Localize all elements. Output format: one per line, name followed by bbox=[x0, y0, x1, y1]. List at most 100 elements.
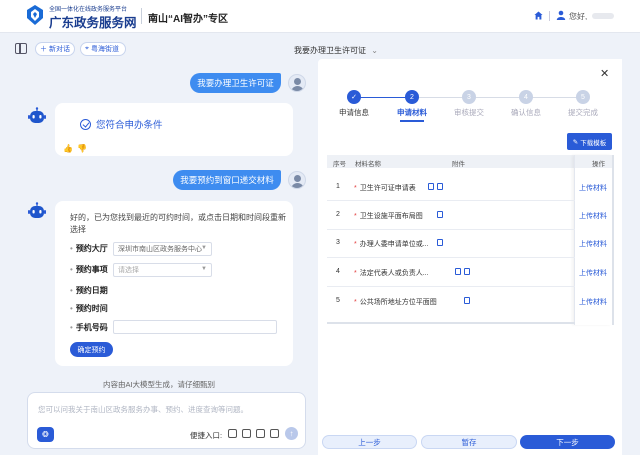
new-chat-button[interactable]: ＋ 新对话 bbox=[35, 42, 75, 56]
thumbs-down-icon[interactable]: 👎 bbox=[77, 144, 87, 153]
step-1-label[interactable]: 申请信息 bbox=[329, 107, 379, 118]
prev-step-button[interactable]: 上一步 bbox=[322, 435, 417, 449]
sidebar-toggle-icon[interactable] bbox=[15, 43, 27, 54]
item-select[interactable]: 请选择 ▼ bbox=[113, 263, 212, 277]
template-button-label: 下载模板 bbox=[580, 139, 607, 147]
chevron-down-icon: ▼ bbox=[201, 245, 207, 251]
row-1-name: * 卫生许可证申请表 bbox=[354, 185, 416, 192]
row-3-no: 3 bbox=[336, 239, 340, 246]
new-chat-label: 新对话 bbox=[49, 46, 70, 53]
table-scrollbar-vertical[interactable] bbox=[612, 155, 614, 325]
user-message: 我要办理卫生许可证 bbox=[190, 73, 281, 93]
row-divider bbox=[327, 200, 575, 201]
header-separator bbox=[549, 11, 550, 21]
header-divider bbox=[141, 8, 142, 24]
task-title-dropdown[interactable]: 我要办理卫生许可证 ⌄ bbox=[294, 45, 378, 56]
item-placeholder: 请选择 bbox=[118, 267, 139, 274]
task-title: 我要办理卫生许可证 bbox=[294, 46, 366, 55]
step-3-circle: 3 bbox=[462, 90, 476, 104]
edit-icon: ✎ bbox=[572, 138, 579, 146]
assistant-logo-icon[interactable]: ❂ bbox=[37, 427, 54, 442]
save-draft-button[interactable]: 暂存 bbox=[421, 435, 517, 449]
close-icon[interactable]: ✕ bbox=[600, 67, 609, 80]
eligibility-text: 您符合申办条件 bbox=[96, 120, 163, 131]
download-template-button[interactable]: ✎ 下载模板 bbox=[567, 133, 612, 150]
row-3-name: * 办理人委申请单位或... bbox=[354, 241, 429, 248]
step-2-circle: 2 bbox=[405, 90, 419, 104]
document-icon[interactable] bbox=[437, 183, 443, 190]
top-header: 全国一体化在线政务服务平台 广东政务服务网 南山“AI智办”专区 您好, bbox=[0, 0, 640, 33]
attachment-icon[interactable] bbox=[428, 183, 434, 190]
location-button[interactable]: ⌖ 粤海街道 bbox=[80, 42, 126, 56]
row-4-upload-link[interactable]: 上传材料 bbox=[579, 268, 607, 278]
document-icon[interactable] bbox=[464, 297, 470, 304]
row-5-no: 5 bbox=[336, 297, 340, 304]
step-5-circle: 5 bbox=[576, 90, 590, 104]
file-icon[interactable] bbox=[270, 429, 279, 438]
robot-avatar-icon bbox=[28, 202, 46, 218]
user-avatar bbox=[288, 171, 306, 189]
form-row-phone: • 手机号码 bbox=[70, 323, 108, 332]
document-icon[interactable] bbox=[464, 268, 470, 275]
date-label: 预约日期 bbox=[75, 286, 108, 295]
user-icon[interactable] bbox=[556, 10, 566, 20]
user-greeting[interactable]: 您好, bbox=[569, 11, 587, 22]
row-4-name: * 法定代表人或负责人... bbox=[354, 270, 429, 277]
calendar-icon[interactable] bbox=[228, 429, 237, 438]
brand-title[interactable]: 广东政务服务网 bbox=[49, 12, 137, 31]
location-label: 粤海街道 bbox=[90, 46, 119, 53]
chat-input-placeholder: 您可以问我关于南山区政务服务办事、预约、进度查询等问题。 bbox=[38, 405, 248, 414]
ai-disclaimer: 内容由AI大模型生成，请仔细甄别 bbox=[102, 380, 216, 389]
form-row-time: • 预约时间 bbox=[70, 304, 108, 313]
next-step-button[interactable]: 下一步 bbox=[520, 435, 615, 449]
confirm-appointment-button[interactable]: 确定预约 bbox=[70, 342, 113, 357]
row-1-upload-link[interactable]: 上传材料 bbox=[579, 183, 607, 193]
step-4-circle: 4 bbox=[519, 90, 533, 104]
row-3-upload-link[interactable]: 上传材料 bbox=[579, 239, 607, 249]
chat-input-box[interactable]: 您可以问我关于南山区政务服务办事、预约、进度查询等问题。 ❂ 便捷入口: ↑ bbox=[27, 392, 306, 449]
gov-logo-icon bbox=[27, 5, 43, 25]
item-label: 预约事项 bbox=[75, 265, 108, 274]
document-icon[interactable] bbox=[242, 429, 251, 438]
thumbs-up-icon[interactable]: 👍 bbox=[63, 144, 73, 153]
step-connector bbox=[412, 97, 582, 98]
row-5-upload-link[interactable]: 上传材料 bbox=[579, 297, 607, 307]
row-2-upload-link[interactable]: 上传材料 bbox=[579, 211, 607, 221]
form-row-date: • 预约日期 bbox=[70, 286, 108, 295]
hall-value: 深圳市南山区政务服务中心 bbox=[118, 246, 202, 253]
active-step-indicator bbox=[400, 120, 424, 122]
user-message-text: 我要预约到窗口递交材料 bbox=[180, 175, 274, 185]
col-no: 序号 bbox=[333, 161, 346, 168]
col-name: 材料名称 bbox=[355, 161, 381, 168]
robot-avatar-icon bbox=[28, 107, 46, 123]
phone-input[interactable] bbox=[113, 320, 277, 334]
hall-label: 预约大厅 bbox=[75, 244, 108, 253]
row-divider bbox=[327, 229, 575, 230]
document-icon[interactable] bbox=[437, 239, 443, 246]
user-message: 我要预约到窗口递交材料 bbox=[173, 170, 281, 190]
eligibility-result: 您符合申办条件 bbox=[80, 117, 163, 131]
location-pin-icon: ⌖ bbox=[85, 45, 89, 52]
step-3-label: 审核提交 bbox=[454, 108, 484, 117]
row-divider bbox=[327, 286, 575, 287]
document-icon[interactable] bbox=[437, 211, 443, 218]
step-1-circle: ✓ bbox=[347, 90, 361, 104]
plus-icon: ＋ bbox=[40, 46, 47, 53]
row-4-no: 4 bbox=[336, 268, 340, 275]
hall-select[interactable]: 深圳市南山区政务服务中心 ▼ bbox=[113, 242, 212, 256]
send-icon[interactable]: ↑ bbox=[285, 427, 298, 440]
home-icon[interactable] bbox=[534, 11, 543, 20]
image-icon[interactable] bbox=[256, 429, 265, 438]
row-5-name: * 公共场所地址方位平面图 bbox=[354, 299, 437, 306]
phone-label: 手机号码 bbox=[75, 323, 108, 332]
check-circle-icon bbox=[80, 118, 91, 130]
redacted-username bbox=[592, 13, 614, 19]
chevron-down-icon: ▼ bbox=[201, 266, 207, 272]
step-2-label[interactable]: 申请材料 bbox=[387, 107, 437, 118]
attachment-icon[interactable] bbox=[455, 268, 461, 275]
zone-title: 南山“AI智办”专区 bbox=[148, 14, 228, 25]
quick-entry-label: 便捷入口: bbox=[190, 431, 223, 440]
appointment-intro: 好的，已为您找到最近的可约时间，或点击日期和时间段重新选择 bbox=[70, 213, 286, 234]
table-scrollbar-horizontal[interactable] bbox=[327, 322, 575, 324]
user-message-text: 我要办理卫生许可证 bbox=[197, 78, 274, 88]
